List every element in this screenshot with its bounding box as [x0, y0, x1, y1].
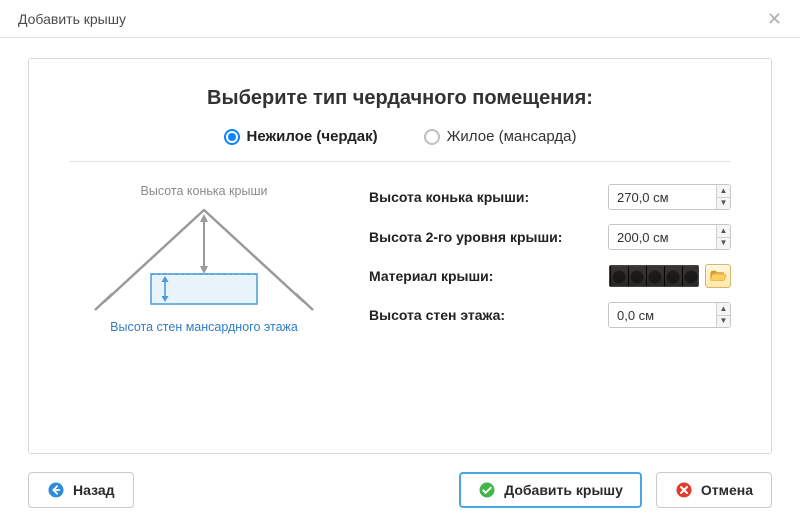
material-label: Материал крыши:: [369, 268, 493, 284]
ridge-height-field[interactable]: [609, 185, 716, 209]
wall-height-row: Высота стен этажа: ▲ ▼: [369, 302, 731, 328]
attic-type-radio-group: Нежилое (чердак) Жилое (мансарда): [69, 128, 731, 145]
radio-label: Нежилое (чердак): [247, 128, 378, 145]
level2-height-input[interactable]: ▲ ▼: [608, 224, 731, 250]
radio-icon: [224, 129, 240, 145]
folder-open-icon: [709, 267, 727, 285]
wall-height-label: Высота стен этажа:: [369, 307, 505, 323]
ridge-height-input[interactable]: ▲ ▼: [608, 184, 731, 210]
level2-height-label: Высота 2-го уровня крыши:: [369, 229, 562, 245]
radio-icon: [424, 129, 440, 145]
spinner-down-icon[interactable]: ▼: [717, 238, 730, 250]
wall-height-field[interactable]: [609, 303, 716, 327]
close-icon[interactable]: ✕: [763, 6, 786, 32]
cancel-button[interactable]: Отмена: [656, 472, 772, 508]
spinner-up-icon[interactable]: ▲: [717, 225, 730, 238]
roof-form: Высота конька крыши: ▲ ▼ Высота 2-го уро…: [369, 184, 731, 334]
radio-label: Жилое (мансарда): [447, 128, 577, 145]
add-roof-button[interactable]: Добавить крышу: [459, 472, 642, 508]
back-button[interactable]: Назад: [28, 472, 134, 508]
level2-height-field[interactable]: [609, 225, 716, 249]
diagram-ridge-caption: Высота конька крыши: [141, 184, 268, 198]
diagram-wall-caption: Высота стен мансардного этажа: [110, 320, 298, 334]
spinner-up-icon[interactable]: ▲: [717, 185, 730, 198]
roof-diagram: Высота конька крыши Высота стен мансардн…: [69, 184, 339, 334]
attic-type-residential[interactable]: Жилое (мансарда): [424, 128, 577, 145]
roof-diagram-svg: [89, 202, 319, 314]
divider: [69, 161, 731, 162]
attic-type-non-residential[interactable]: Нежилое (чердак): [224, 128, 378, 145]
check-circle-icon: [478, 481, 496, 499]
add-roof-button-label: Добавить крышу: [504, 482, 623, 498]
ridge-height-label: Высота конька крыши:: [369, 189, 529, 205]
dialog-heading: Выберите тип чердачного помещения:: [69, 87, 731, 110]
title-bar: Добавить крышу ✕: [0, 0, 800, 38]
dialog-button-bar: Назад Добавить крышу Отмена: [28, 472, 772, 508]
material-swatch[interactable]: [609, 265, 699, 287]
cancel-button-label: Отмена: [701, 482, 753, 498]
spinner-up-icon[interactable]: ▲: [717, 303, 730, 316]
spinner-down-icon[interactable]: ▼: [717, 198, 730, 210]
window-title: Добавить крышу: [18, 11, 126, 27]
level2-height-row: Высота 2-го уровня крыши: ▲ ▼: [369, 224, 731, 250]
arrow-left-icon: [47, 481, 65, 499]
wall-height-input[interactable]: ▲ ▼: [608, 302, 731, 328]
ridge-height-row: Высота конька крыши: ▲ ▼: [369, 184, 731, 210]
cancel-circle-icon: [675, 481, 693, 499]
material-browse-button[interactable]: [705, 264, 731, 288]
spinner-down-icon[interactable]: ▼: [717, 316, 730, 328]
material-row: Материал крыши:: [369, 264, 731, 288]
back-button-label: Назад: [73, 482, 115, 498]
dialog-content: Выберите тип чердачного помещения: Нежил…: [28, 58, 772, 454]
